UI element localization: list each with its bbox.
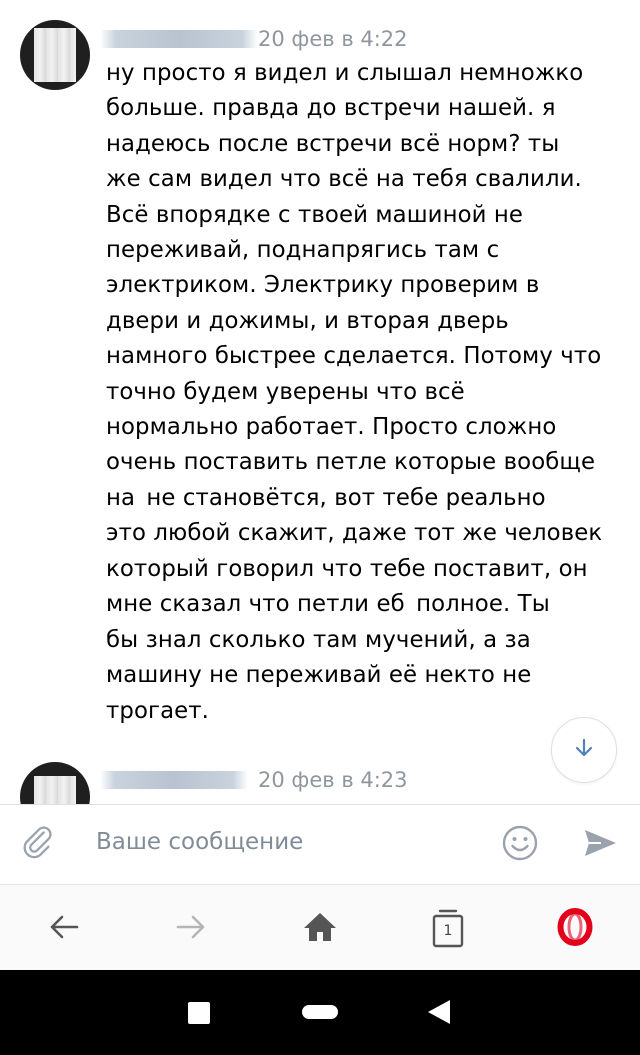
scroll-down-button[interactable] <box>551 717 617 783</box>
compose-bar: Ваше сообщение <box>0 804 640 884</box>
message-line: надеюсь после встречи всё норм? ты <box>106 130 560 157</box>
message-timestamp: 20 фев в 4:23 <box>258 768 408 792</box>
emoji-button[interactable] <box>498 823 542 867</box>
tabs-icon: 1 <box>430 909 466 949</box>
sender-avatar[interactable] <box>20 762 90 804</box>
message-line: мне сказал что петли еб <box>106 591 405 618</box>
message-line: полное. Ты <box>408 591 550 618</box>
send-button[interactable] <box>578 823 622 867</box>
paperclip-icon <box>21 824 59 866</box>
message-line: двери и дожимы, и вторая дверь <box>106 307 509 334</box>
browser-toolbar: 1 <box>0 884 640 970</box>
sender-name-redacted[interactable] <box>100 30 258 48</box>
message-line: переживай, поднапрягись там с <box>106 237 500 264</box>
message-line: который говорил что тебе поставит, он <box>106 555 588 582</box>
message-line: точно будем уверены что всё <box>106 378 465 405</box>
message-line: бы знал сколько там мучений, а за <box>106 626 531 653</box>
message-line: на <box>106 485 136 512</box>
tab-count: 1 <box>443 923 453 939</box>
message-timestamp: 20 фев в 4:22 <box>258 27 408 51</box>
home-icon <box>302 909 338 949</box>
arrow-right-icon <box>174 910 208 948</box>
attach-button[interactable] <box>18 823 62 867</box>
opera-logo-icon <box>556 907 594 951</box>
browser-forward-button[interactable] <box>167 905 215 953</box>
message-line: это любой скажит, даже тот же человек <box>106 520 603 547</box>
arrow-left-icon <box>47 910 81 948</box>
sender-name-redacted[interactable] <box>100 771 248 789</box>
recent-apps-icon[interactable] <box>188 1002 210 1024</box>
message-line: намного быстрее сделается. Потому что <box>106 343 602 370</box>
message-line: машину не переживай её некто не <box>106 662 532 689</box>
message-feed[interactable]: 20 фев в 4:22 ну просто я видел и слышал… <box>0 0 640 804</box>
browser-back-button[interactable] <box>40 905 88 953</box>
back-triangle-icon[interactable] <box>428 1000 450 1024</box>
send-icon <box>581 824 619 866</box>
message-text: ну просто я видел и слышал немножко боль… <box>106 56 626 729</box>
message-line: трогает. <box>106 697 209 724</box>
message-line: же сам видел что всё на тебя свалили. <box>106 166 582 193</box>
home-pill-icon[interactable] <box>302 1005 338 1019</box>
message-line: ну просто я видел и слышал немножко <box>106 60 584 86</box>
system-nav-bar <box>0 970 640 1055</box>
message-line: больше. правда до встречи нашей. я <box>106 95 556 122</box>
smile-icon <box>501 824 539 866</box>
arrow-down-icon <box>573 737 595 763</box>
message-line: не становётся, вот тебе реально <box>139 485 546 512</box>
message-line: Всё впорядке с твоей машиной не <box>106 201 524 228</box>
browser-tabs-button[interactable]: 1 <box>424 905 472 953</box>
message-line: нормально работает. Просто сложно <box>106 414 557 441</box>
browser-home-button[interactable] <box>296 905 344 953</box>
sender-avatar[interactable] <box>20 20 90 90</box>
opera-menu-button[interactable] <box>551 905 599 953</box>
message-input[interactable]: Ваше сообщение <box>96 829 303 855</box>
message-line: электриком. Электрику проверим в <box>106 272 540 299</box>
message-line: очень поставить петле которые вообще <box>106 449 596 476</box>
